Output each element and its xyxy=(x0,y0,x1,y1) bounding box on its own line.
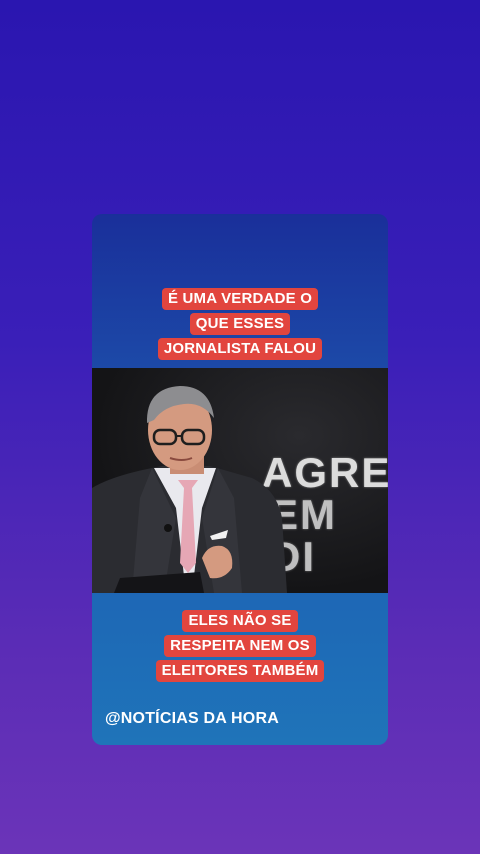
bottom-caption-line-1: ELES NÃO SE xyxy=(182,610,298,632)
top-caption-line-1: É UMA VERDADE O xyxy=(161,288,319,310)
channel-watermark: @NOTÍCIAS DA HORA xyxy=(105,710,279,727)
top-caption: É UMA VERDADE O QUE ESSES JORNALISTA FAL… xyxy=(92,288,388,363)
bottom-caption-line-2: RESPEITA NEM OS xyxy=(164,635,316,657)
top-caption-line-2: QUE ESSES xyxy=(189,313,291,335)
bottom-caption-line-3: ELEITORES TAMBÉM xyxy=(155,660,325,682)
bottom-caption: ELES NÃO SE RESPEITA NEM OS ELEITORES TA… xyxy=(92,610,388,685)
top-caption-line-3: JORNALISTA FALOU xyxy=(157,338,323,360)
presenter-image xyxy=(92,386,287,593)
video-frame[interactable]: AGRE EM DI xyxy=(92,368,388,593)
story-card: É UMA VERDADE O QUE ESSES JORNALISTA FAL… xyxy=(92,214,388,745)
